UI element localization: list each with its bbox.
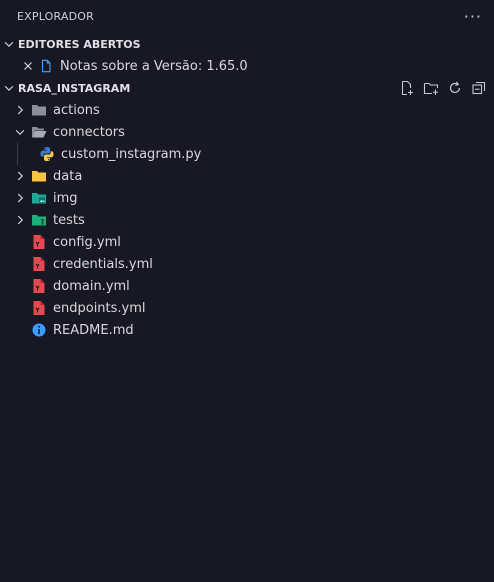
explorer-title-bar: EXPLORADOR ··· [0,0,494,33]
explorer-title: EXPLORADOR [17,10,95,23]
yaml-file-icon [31,234,47,250]
project-actions [398,79,488,97]
tree-item-img[interactable]: img [0,187,494,209]
folder-images-icon [31,190,47,206]
tree-item-label: custom_instagram.py [61,146,202,162]
chevron-right-icon [13,103,27,117]
collapse-all-icon[interactable] [470,79,488,97]
tree-item-domain-yml[interactable]: domain.yml [0,275,494,297]
tree-item-label: domain.yml [53,278,130,294]
tree-item-data[interactable]: data [0,165,494,187]
tree-item-label: data [53,168,83,184]
open-editors-title: EDITORES ABERTOS [18,37,141,51]
explorer-panel: EXPLORADOR ··· EDITORES ABERTOS Notas so… [0,0,494,582]
tree-item-custom-instagram[interactable]: custom_instagram.py [0,143,494,165]
chevron-down-icon [2,37,16,51]
tree-item-endpoints-yml[interactable]: endpoints.yml [0,297,494,319]
info-icon [31,322,47,338]
tree-item-readme[interactable]: README.md [0,319,494,341]
tree-item-label: img [53,190,78,206]
folder-open-icon [31,124,47,140]
tree-item-label: credentials.yml [53,256,153,272]
new-folder-icon[interactable] [422,79,440,97]
python-icon [39,146,55,162]
indent-guide [17,143,18,165]
chevron-down-icon [13,125,27,139]
yaml-file-icon [31,300,47,316]
tree-item-label: endpoints.yml [53,300,146,316]
folder-tests-icon [31,212,47,228]
tree-item-label: config.yml [53,234,121,250]
tree-item-label: actions [53,102,100,118]
open-editor-label: Notas sobre a Versão: 1.65.0 [60,58,248,74]
refresh-icon[interactable] [446,79,464,97]
folder-icon [31,102,47,118]
tree-item-label: README.md [53,322,134,338]
tree-item-config-yml[interactable]: config.yml [0,231,494,253]
open-editors-header[interactable]: EDITORES ABERTOS [0,33,494,55]
tree-item-label: connectors [53,124,125,140]
new-file-icon[interactable] [398,79,416,97]
folder-data-icon [31,168,47,184]
yaml-file-icon [31,256,47,272]
chevron-down-icon [2,81,16,95]
tree-item-credentials-yml[interactable]: credentials.yml [0,253,494,275]
tree-item-actions[interactable]: actions [0,99,494,121]
chevron-right-icon [13,191,27,205]
tree-item-tests[interactable]: tests [0,209,494,231]
more-actions-icon[interactable]: ··· [464,8,482,25]
chevron-right-icon [13,169,27,183]
open-editor-item[interactable]: Notas sobre a Versão: 1.65.0 [0,55,494,77]
tree-item-connectors[interactable]: connectors [0,121,494,143]
close-icon[interactable] [21,59,35,73]
chevron-right-icon [13,213,27,227]
yaml-file-icon [31,278,47,294]
document-icon [39,59,53,73]
project-header[interactable]: RASA_INSTAGRAM [0,77,494,99]
tree-item-label: tests [53,212,85,228]
project-title: RASA_INSTAGRAM [18,81,131,95]
